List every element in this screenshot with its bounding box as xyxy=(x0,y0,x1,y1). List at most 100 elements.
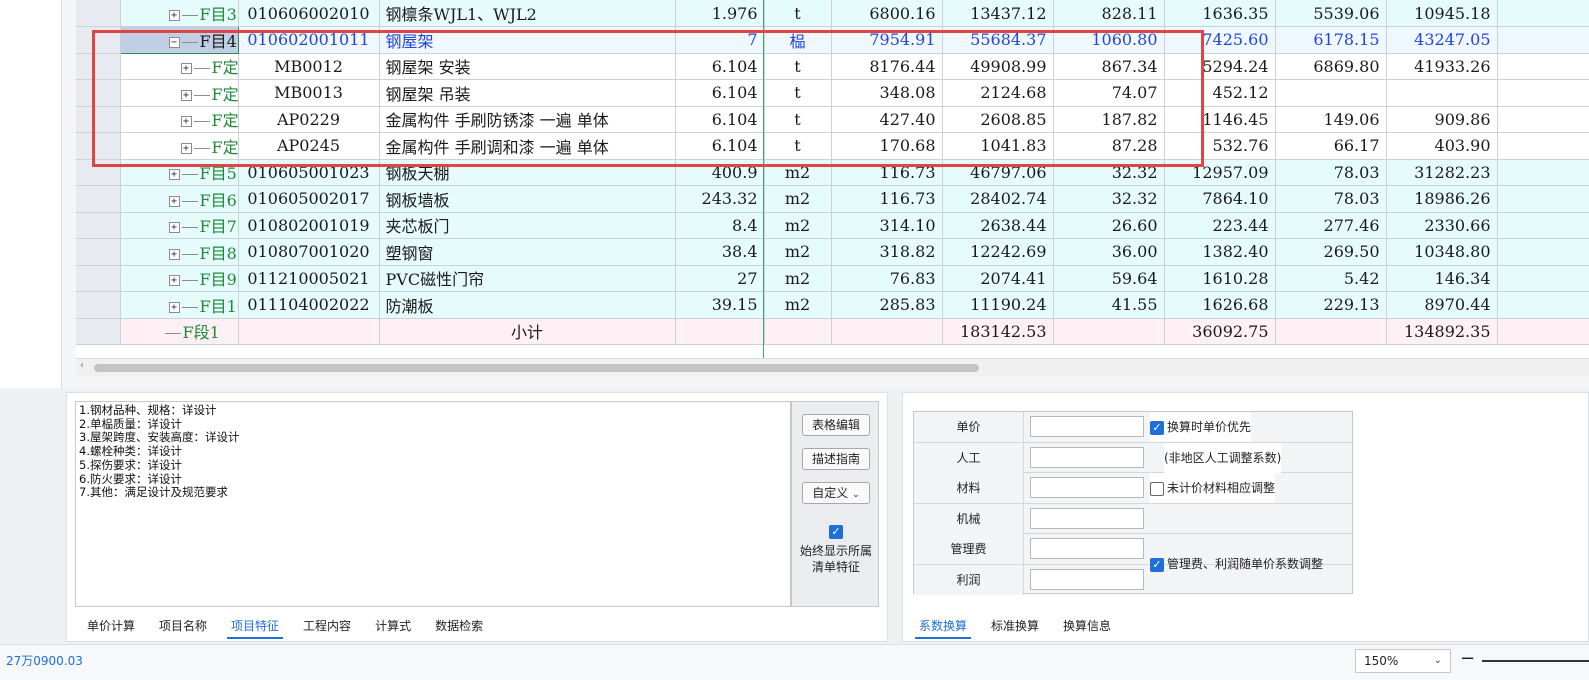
cell-c1[interactable]: 318.82 xyxy=(831,238,943,266)
cell-c2[interactable]: 1041.83 xyxy=(942,132,1054,160)
expand-icon[interactable]: + xyxy=(180,63,192,75)
unit-price-first-option[interactable]: ✓ 换算时单价优先 xyxy=(1150,412,1252,442)
table-row[interactable]: + F定13AP0245金属构件 手刷调和漆 一遍 单体6.104t170.681… xyxy=(76,132,1589,160)
cell-qty[interactable]: 1.976 xyxy=(675,0,765,27)
cell-code[interactable]: MB0013 xyxy=(238,79,380,107)
cell-code[interactable]: 010606002010 xyxy=(238,0,380,27)
cell-c7[interactable] xyxy=(1497,212,1589,239)
cell-c6[interactable]: 909.86 xyxy=(1386,106,1498,133)
tree-node[interactable]: + F目6 xyxy=(120,185,239,213)
cell-c3[interactable]: 36.00 xyxy=(1053,238,1165,266)
cell-code[interactable]: 010602001011 xyxy=(238,26,380,54)
row-selector[interactable] xyxy=(76,291,121,319)
cell-c5[interactable]: 6869.80 xyxy=(1275,53,1387,80)
cell-unit[interactable]: m2 xyxy=(764,212,832,239)
cell-c6[interactable]: 134892.35 xyxy=(1386,318,1498,345)
table-row[interactable]: + F目3 010606002010 钢檩条WJL1、WJL2 1.976 t 6800.1… xyxy=(76,0,1589,27)
tree-node[interactable]: + F目8 xyxy=(120,238,239,266)
cell-qty[interactable]: 39.15 xyxy=(675,291,765,319)
cell-qty[interactable]: 27 xyxy=(675,265,765,292)
feature-tab[interactable]: 项目特征 xyxy=(219,615,291,639)
expand-icon[interactable]: + xyxy=(168,169,180,181)
cell-title[interactable]: PVC磁性门帘 xyxy=(379,265,676,292)
cell-c7[interactable] xyxy=(1497,265,1589,292)
cell-unit[interactable]: t xyxy=(764,106,832,133)
cell-code[interactable]: AP0229 xyxy=(238,106,380,133)
row-selector[interactable] xyxy=(76,132,121,160)
feature-text-area[interactable]: 1.钢材品种、规格：详设计 2.单榀质量：详设计 3.屋架跨度、安装高度：详设计… xyxy=(75,401,791,607)
table-row[interactable]: − F目4 010602001011 钢屋架 7 榀 7954.91 55684.37 1060… xyxy=(76,26,1589,54)
management-input[interactable] xyxy=(1030,538,1144,559)
row-selector[interactable] xyxy=(76,79,121,107)
cell-c1[interactable]: 6800.16 xyxy=(831,0,943,27)
expand-icon[interactable]: + xyxy=(168,301,180,313)
always-show-checkbox[interactable]: ✓ xyxy=(829,525,843,539)
table-row[interactable]: + F目5 010605001023 钢板天棚 400.9 m2 116.73 46797.0… xyxy=(76,159,1589,186)
zoom-slider[interactable] xyxy=(1482,660,1589,662)
cell-unit[interactable]: m2 xyxy=(764,265,832,292)
tree-node[interactable]: − F目4 xyxy=(119,26,239,54)
custom-dropdown[interactable]: 自定义 ⌄ xyxy=(802,482,870,504)
row-selector[interactable] xyxy=(76,318,121,345)
cell-unit[interactable] xyxy=(764,318,832,345)
cell-c2[interactable]: 11190.24 xyxy=(942,291,1054,319)
subtotal-row[interactable]: F段1 小计 183142.53 36092.75 134892.35 xyxy=(76,318,1589,345)
cell-c7[interactable]: 23 xyxy=(1497,79,1589,107)
cell-c5[interactable]: 66.17 xyxy=(1275,132,1387,160)
cell-title[interactable]: 钢屋架 xyxy=(379,26,676,54)
table-row[interactable]: + F目7 010802001019 夹芯板门 8.4 m2 314.10 2638.44 26… xyxy=(76,212,1589,239)
cell-c1[interactable]: 285.83 xyxy=(831,291,943,319)
cell-c3[interactable]: 828.11 xyxy=(1053,0,1165,27)
cell-c1[interactable]: 314.10 xyxy=(831,212,943,239)
cell-c4[interactable]: 1382.40 xyxy=(1164,238,1276,266)
cell-title[interactable]: 钢檩条WJL1、WJL2 xyxy=(379,0,676,27)
horizontal-scrollbar[interactable]: ‹ xyxy=(76,358,1589,376)
cell-code[interactable]: 011104002022 xyxy=(238,291,380,319)
cell-code[interactable]: 010605001023 xyxy=(238,159,380,186)
cell-c4[interactable]: 7864.10 xyxy=(1164,185,1276,213)
cell-c3[interactable]: 41.55 xyxy=(1053,291,1165,319)
cell-unit[interactable]: m2 xyxy=(764,238,832,266)
row-selector[interactable] xyxy=(76,106,121,133)
cell-code[interactable]: MB0012 xyxy=(238,53,380,80)
cell-c3[interactable]: 87.28 xyxy=(1053,132,1165,160)
cell-c3[interactable]: 59.64 xyxy=(1053,265,1165,292)
cell-c7[interactable]: 39 xyxy=(1497,26,1589,54)
description-guide-button[interactable]: 描述指南 xyxy=(802,448,870,470)
cell-code[interactable]: 010802001019 xyxy=(238,212,380,239)
cell-c1[interactable]: 348.08 xyxy=(831,79,943,107)
feature-tab[interactable]: 工程内容 xyxy=(291,615,363,639)
calc-tab[interactable]: 标准换算 xyxy=(979,615,1051,639)
expand-icon[interactable]: + xyxy=(180,89,192,101)
cell-c3[interactable]: 1060.80 xyxy=(1053,26,1165,54)
expand-icon[interactable]: + xyxy=(180,116,192,128)
profit-input[interactable] xyxy=(1030,568,1144,590)
cell-qty[interactable] xyxy=(675,318,765,345)
cell-unit[interactable]: t xyxy=(764,53,832,80)
cell-title[interactable]: 夹芯板门 xyxy=(379,212,676,239)
cell-code[interactable]: 011210005021 xyxy=(238,265,380,292)
cell-c6[interactable]: 403.90 xyxy=(1386,132,1498,160)
cell-title[interactable]: 金属构件 手刷调和漆 一遍 单体 xyxy=(379,132,676,160)
tree-node[interactable]: + F目3 xyxy=(120,0,239,27)
cell-code[interactable]: 010807001020 xyxy=(238,238,380,266)
cell-c1[interactable]: 116.73 xyxy=(831,185,943,213)
cell-c2[interactable]: 2124.68 xyxy=(942,79,1054,107)
row-selector[interactable] xyxy=(76,53,121,80)
cell-c4[interactable]: 5294.24 xyxy=(1164,53,1276,80)
cell-c5[interactable] xyxy=(1275,318,1387,345)
feature-tab[interactable]: 单价计算 xyxy=(75,615,147,639)
cell-c7[interactable]: 17 xyxy=(1497,53,1589,80)
cell-c4[interactable]: 1626.68 xyxy=(1164,291,1276,319)
tree-node[interactable]: + F目10 xyxy=(120,291,239,319)
collapse-icon[interactable]: − xyxy=(168,36,180,48)
cell-qty[interactable]: 7 xyxy=(675,26,765,54)
cell-c6[interactable]: 31282.23 xyxy=(1386,159,1498,186)
row-selector[interactable] xyxy=(76,212,121,239)
cell-c4[interactable]: 1146.45 xyxy=(1164,106,1276,133)
cell-qty[interactable]: 400.9 xyxy=(675,159,765,186)
expand-icon[interactable]: + xyxy=(168,10,180,21)
tree-node[interactable]: + F定13 xyxy=(120,132,239,160)
cell-c1[interactable]: 7954.91 xyxy=(831,26,943,54)
cell-c2[interactable]: 46797.06 xyxy=(942,159,1054,186)
